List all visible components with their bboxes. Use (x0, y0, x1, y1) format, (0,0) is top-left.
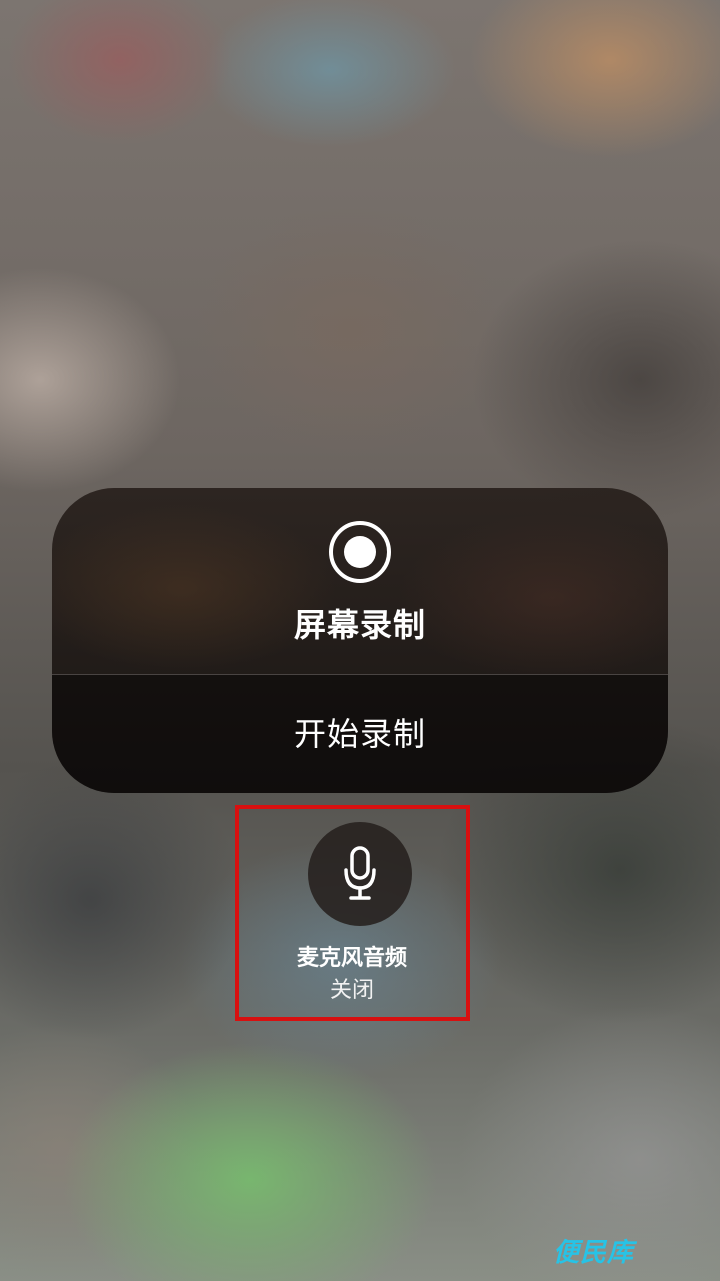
record-icon (329, 521, 391, 583)
watermark-logo: 便民库 (552, 1238, 634, 1268)
screen: 屏幕录制 开始录制 麦克风音频 关闭 便民库 (0, 0, 720, 1281)
panel-footer: 开始录制 (52, 675, 668, 793)
microphone-label: 麦克风音频 (296, 946, 407, 971)
microphone-toggle-button[interactable] (308, 822, 412, 926)
microphone-status: 关闭 (329, 978, 374, 1003)
screen-recording-panel: 屏幕录制 开始录制 (52, 488, 668, 793)
record-dot (344, 536, 376, 568)
panel-header: 屏幕录制 (52, 488, 668, 674)
start-recording-button[interactable]: 开始录制 (52, 675, 668, 793)
panel-title: 屏幕录制 (293, 606, 426, 644)
microphone-icon (344, 846, 376, 900)
